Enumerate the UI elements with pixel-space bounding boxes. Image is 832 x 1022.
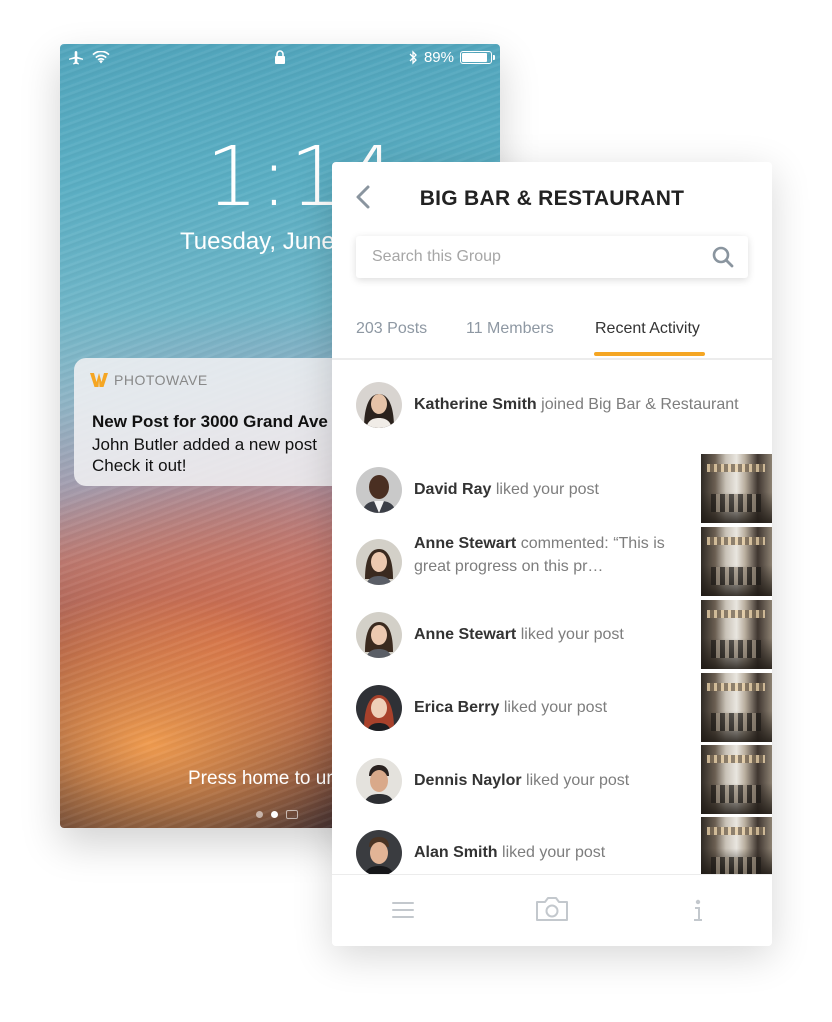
tab-members[interactable]: 11 Members	[466, 320, 554, 338]
tab-recent-activity[interactable]: Recent Activity	[595, 320, 700, 338]
page-indicator	[256, 810, 298, 819]
list-item[interactable]: Katherine Smith joined Big Bar & Restaur…	[332, 382, 772, 454]
airplane-icon	[69, 51, 83, 65]
activity-text: Alan Smith liked your post	[414, 841, 605, 864]
tab-bar: 203 Posts 11 Members Recent Activity	[332, 308, 772, 360]
activity-action: joined Big Bar & Restaurant	[541, 396, 739, 413]
bottom-nav	[332, 874, 772, 946]
activity-text: Anne Stewart commented: “This is great p…	[414, 532, 694, 578]
post-thumbnail[interactable]	[701, 745, 772, 814]
notification-body-line: Check it out!	[92, 456, 187, 475]
activity-user-name: Katherine Smith	[414, 396, 537, 413]
avatar	[356, 539, 402, 585]
activity-action: liked your post	[526, 772, 630, 789]
list-item[interactable]: Anne Stewart liked your post	[332, 599, 772, 671]
activity-text: Erica Berry liked your post	[414, 696, 607, 719]
activity-text: David Ray liked your post	[414, 478, 599, 501]
search-input[interactable]	[356, 236, 696, 278]
list-item[interactable]: Anne Stewart commented: “This is great p…	[332, 527, 772, 599]
post-thumbnail[interactable]	[701, 600, 772, 669]
notification-title: New Post for 3000 Grand Ave	[92, 412, 328, 431]
list-item[interactable]: Erica Berry liked your post	[332, 672, 772, 744]
activity-user-name: Erica Berry	[414, 699, 500, 716]
post-thumbnail[interactable]	[701, 527, 772, 596]
lock-icon	[275, 50, 285, 64]
post-thumbnail[interactable]	[701, 454, 772, 523]
activity-text: Katherine Smith joined Big Bar & Restaur…	[414, 393, 739, 416]
activity-action: liked your post	[502, 844, 606, 861]
avatar	[356, 830, 402, 876]
notification-body: John Butler added a new post Check it ou…	[92, 434, 317, 476]
notification-app: PHOTOWAVE	[90, 372, 208, 388]
activity-text: Anne Stewart liked your post	[414, 623, 624, 646]
activity-text: Dennis Naylor liked your post	[414, 769, 629, 792]
page-dot	[256, 811, 263, 818]
avatar	[356, 467, 402, 513]
group-screen: BIG BAR & RESTAURANT 203 Posts 11 Member…	[332, 162, 772, 946]
activity-action: liked your post	[495, 481, 599, 498]
avatar	[356, 612, 402, 658]
activity-user-name: Anne Stewart	[414, 626, 517, 643]
menu-icon[interactable]	[392, 901, 414, 919]
search-icon[interactable]	[712, 246, 734, 268]
page-dot-active	[271, 811, 278, 818]
list-item[interactable]: Dennis Naylor liked your post	[332, 744, 772, 816]
active-tab-indicator	[594, 352, 705, 356]
battery-icon	[460, 51, 495, 64]
avatar	[356, 758, 402, 804]
notification-body-line: John Butler added a new post	[92, 435, 317, 454]
wifi-icon	[92, 51, 110, 64]
notification-app-name: PHOTOWAVE	[114, 372, 208, 388]
camera-icon[interactable]	[534, 895, 570, 923]
avatar	[356, 685, 402, 731]
post-thumbnail[interactable]	[701, 817, 772, 874]
battery-level	[462, 53, 487, 62]
activity-user-name: Anne Stewart	[414, 535, 517, 552]
lock-date: Tuesday, June	[180, 228, 335, 255]
avatar	[356, 382, 402, 428]
activity-user-name: David Ray	[414, 481, 492, 498]
info-icon[interactable]	[693, 899, 703, 923]
status-bar: 89%	[60, 44, 500, 72]
photowave-logo-icon	[90, 373, 108, 387]
camera-page-icon	[286, 810, 298, 819]
activity-action: liked your post	[520, 626, 624, 643]
post-thumbnail[interactable]	[701, 673, 772, 742]
page-title: BIG BAR & RESTAURANT	[419, 187, 685, 210]
activity-user-name: Alan Smith	[414, 844, 498, 861]
activity-user-name: Dennis Naylor	[414, 772, 522, 789]
bluetooth-icon	[409, 50, 417, 65]
list-item[interactable]: David Ray liked your post	[332, 454, 772, 526]
search-box	[356, 236, 748, 278]
activity-action: liked your post	[503, 699, 608, 716]
tab-posts[interactable]: 203 Posts	[356, 320, 427, 338]
battery-percent: 89%	[423, 49, 454, 66]
